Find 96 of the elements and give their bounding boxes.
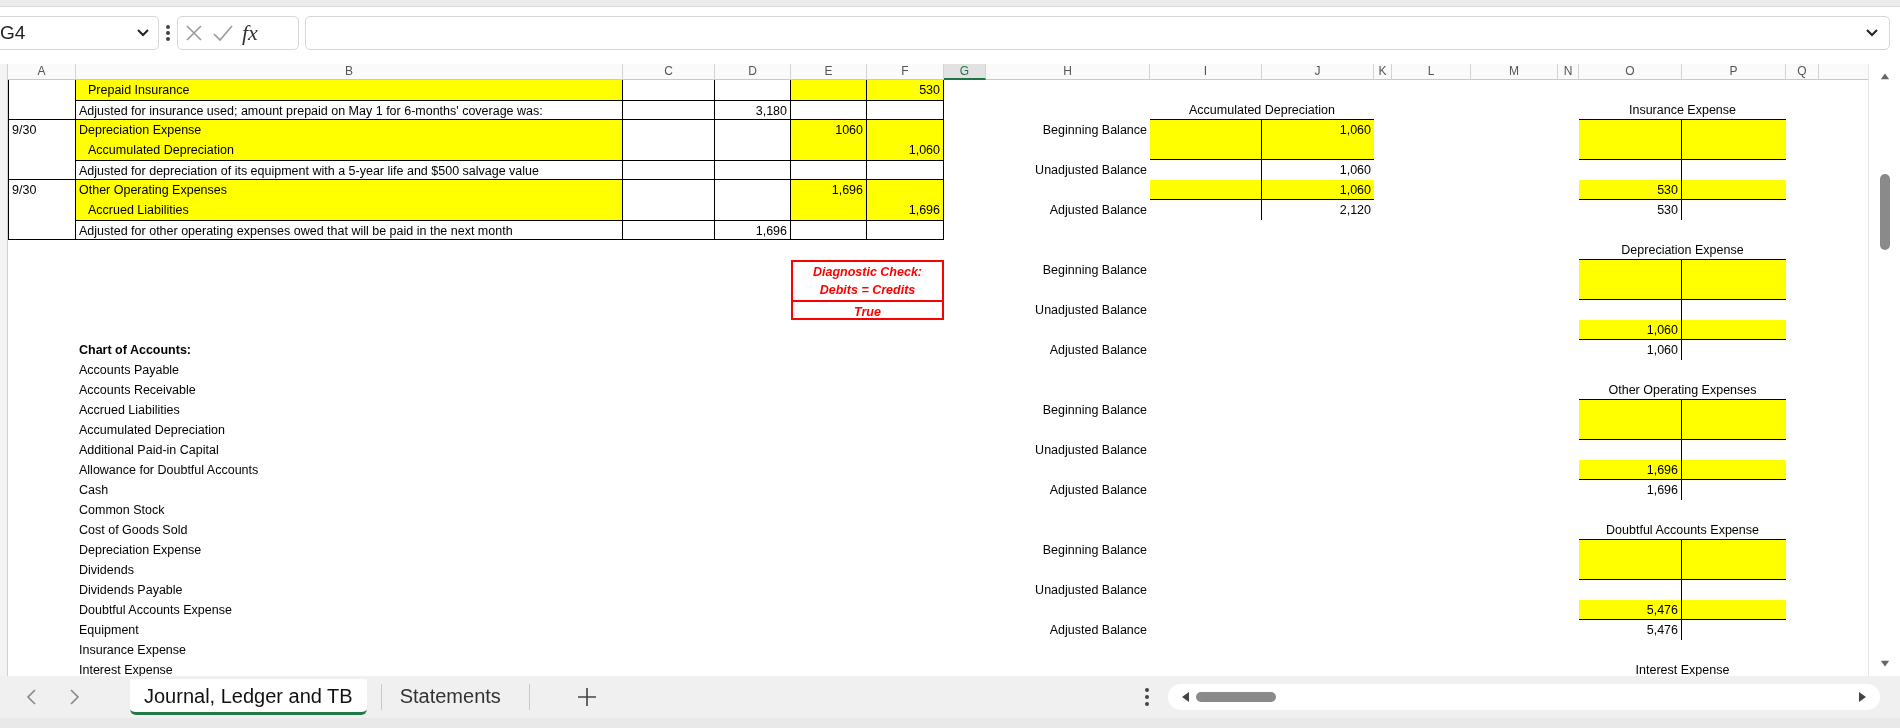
sheet-tab[interactable]: Journal, Ledger and TB xyxy=(130,679,367,715)
balance-label: Unadjusted Balance xyxy=(1034,582,1148,599)
column-header[interactable]: E xyxy=(791,64,867,80)
entry-description: Adjusted for insurance used; amount prepaid on May 1 for 6-months' coverage was: xyxy=(76,100,623,120)
column-header[interactable]: Q xyxy=(1786,64,1819,80)
formula-input[interactable] xyxy=(305,16,1890,50)
diagnostic-result: True xyxy=(791,300,944,320)
account-name: Additional Paid-in Capital xyxy=(78,442,220,459)
balance-label: Unadjusted Balance xyxy=(1034,162,1148,179)
more-icon[interactable] xyxy=(165,24,171,42)
column-header[interactable]: B xyxy=(76,64,623,80)
more-icon[interactable] xyxy=(1144,687,1150,707)
column-header[interactable]: H xyxy=(986,64,1150,80)
debit-amount: 1060 xyxy=(791,120,867,140)
entry-description: Adjusted for depreciation of its equipment with a 5-year life and $500 salvage value xyxy=(76,160,623,180)
credit-amount: 1,060 xyxy=(867,140,944,160)
balance-label: Beginning Balance xyxy=(1041,122,1148,139)
credit-amount: 1,696 xyxy=(867,200,944,220)
sheet-tab[interactable]: Statements xyxy=(385,679,515,715)
account-name: Accounts Receivable xyxy=(78,382,197,399)
chevron-down-icon[interactable] xyxy=(1865,28,1879,38)
account-name: Dividends Payable xyxy=(78,582,184,599)
highlighted-cell: 1,060 xyxy=(1262,180,1374,200)
previous-sheet-icon[interactable] xyxy=(24,688,38,706)
column-header[interactable]: K xyxy=(1374,64,1392,80)
next-sheet-icon[interactable] xyxy=(68,688,82,706)
account-name: Common Stock xyxy=(78,502,166,519)
column-header[interactable]: P xyxy=(1682,64,1786,80)
column-header[interactable]: D xyxy=(715,64,791,80)
account-entry: Prepaid Insurance xyxy=(76,80,623,100)
column-header-bar xyxy=(1819,64,1868,80)
scroll-right-icon[interactable] xyxy=(1858,691,1868,703)
amount: 530 xyxy=(1579,200,1682,220)
balance-label: Adjusted Balance xyxy=(1048,622,1148,639)
chevron-down-icon[interactable] xyxy=(136,28,150,38)
amount: 1,060 xyxy=(1338,162,1372,179)
horizontal-scrollbar[interactable] xyxy=(1168,684,1880,710)
entry-description: Adjusted for other operating expenses owed that will be paid in the next month xyxy=(76,220,623,240)
debit-amount: 1,696 xyxy=(791,180,867,200)
account-entry: Other Operating Expenses xyxy=(76,180,623,200)
account-name: Depreciation Expense xyxy=(78,542,203,559)
column-header[interactable]: A xyxy=(8,64,76,80)
balance-label: Unadjusted Balance xyxy=(1034,442,1148,459)
name-box[interactable]: G4 xyxy=(0,16,159,50)
highlighted-cell: 1,060 xyxy=(1262,120,1374,160)
balance-label: Beginning Balance xyxy=(1041,402,1148,419)
column-header[interactable]: G xyxy=(944,64,986,80)
account-name: Interest Expense xyxy=(78,662,174,676)
amount: 2,120 xyxy=(1338,202,1372,219)
account-name: Allowance for Doubtful Accounts xyxy=(78,462,260,479)
column-header[interactable]: O xyxy=(1579,64,1682,80)
account-name: Cost of Goods Sold xyxy=(78,522,189,539)
highlighted-cell: 1,696 xyxy=(1579,460,1682,480)
balance-label: Adjusted Balance xyxy=(1048,202,1148,219)
column-header[interactable]: J xyxy=(1262,64,1374,80)
chart-title: Chart of Accounts: xyxy=(78,342,193,359)
account-entry: Depreciation Expense xyxy=(76,120,623,140)
amount: 3,180 xyxy=(715,100,791,120)
scroll-left-icon[interactable] xyxy=(1180,691,1190,703)
column-header[interactable]: C xyxy=(623,64,715,80)
balance-label: Adjusted Balance xyxy=(1048,482,1148,499)
column-header[interactable]: N xyxy=(1558,64,1579,80)
credit-amount: 530 xyxy=(867,80,944,100)
column-header[interactable]: M xyxy=(1471,64,1558,80)
add-sheet-icon[interactable] xyxy=(575,686,598,708)
account-name: Doubtful Accounts Expense xyxy=(78,602,233,619)
balance-label: Adjusted Balance xyxy=(1048,342,1148,359)
insert-function-button[interactable]: fx xyxy=(242,20,258,46)
cancel-icon[interactable] xyxy=(184,23,204,43)
column-header[interactable]: I xyxy=(1150,64,1262,80)
highlighted-cell: 530 xyxy=(1579,180,1682,200)
column-header[interactable]: L xyxy=(1392,64,1471,80)
account-name: Insurance Expense xyxy=(78,642,187,659)
diagnostic-label: Debits = Credits xyxy=(791,280,944,300)
highlighted-cell: 1,060 xyxy=(1579,320,1682,340)
amount: 1,696 xyxy=(1579,480,1682,500)
highlighted-cell: 5,476 xyxy=(1579,600,1682,620)
account-name: Accounts Payable xyxy=(78,362,181,379)
scrollbar-thumb[interactable] xyxy=(1879,174,1890,250)
account-name: Dividends xyxy=(78,562,135,579)
balance-label: Unadjusted Balance xyxy=(1034,302,1148,319)
account-name: Accrued Liabilities xyxy=(78,402,181,419)
account-name: Cash xyxy=(78,482,110,499)
column-header[interactable]: F xyxy=(867,64,944,80)
account-name: Accumulated Depreciation xyxy=(78,422,226,439)
account-entry: Accumulated Depreciation xyxy=(76,140,623,160)
balance-label: Beginning Balance xyxy=(1041,262,1148,279)
account-name: Equipment xyxy=(78,622,140,639)
account-entry: Accrued Liabilities xyxy=(76,200,623,220)
amount: 1,696 xyxy=(715,220,791,240)
diagnostic-label: Diagnostic Check: xyxy=(791,260,944,280)
amount: 1,060 xyxy=(1579,340,1682,360)
balance-label: Beginning Balance xyxy=(1041,542,1148,559)
scrollbar-thumb[interactable] xyxy=(1196,692,1276,702)
amount: 5,476 xyxy=(1579,620,1682,640)
check-icon[interactable] xyxy=(212,23,234,43)
